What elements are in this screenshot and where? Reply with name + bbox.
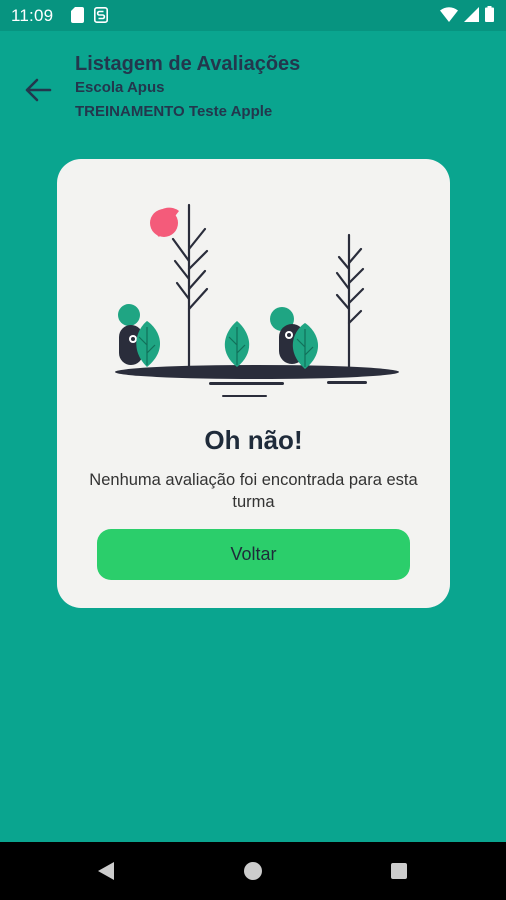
status-bar: 11:09 [0,0,506,31]
nav-back-icon[interactable] [97,861,115,881]
page-title: Listagem de Avaliações [75,53,301,75]
nav-home-icon[interactable] [244,862,262,880]
arrow-left-icon [25,78,52,102]
empty-state-message: Nenhuma avaliação foi encontrada para es… [89,471,418,511]
class-name: TREINAMENTO Teste Apple [75,103,273,120]
back-button[interactable] [20,72,56,108]
battery-icon [485,6,494,22]
wifi-icon [440,6,458,22]
school-name: Escola Apus [75,79,165,96]
trees-and-creatures-illustration [115,203,399,397]
voltar-button[interactable]: Voltar [97,529,410,580]
sync-icon [94,7,108,23]
navigation-bar [0,842,506,900]
header: Listagem de Avaliações Escola Apus TREIN… [75,52,300,124]
status-time: 11:09 [11,6,54,25]
sd-card-icon [71,7,84,23]
status-right-icons [440,6,494,22]
empty-state-heading: Oh não! [204,425,303,455]
empty-state-card: Oh não! Nenhuma avaliação foi encontrada… [57,159,450,608]
nav-recents-icon[interactable] [391,863,407,879]
status-left-icons [71,7,108,23]
signal-icon [464,6,479,22]
